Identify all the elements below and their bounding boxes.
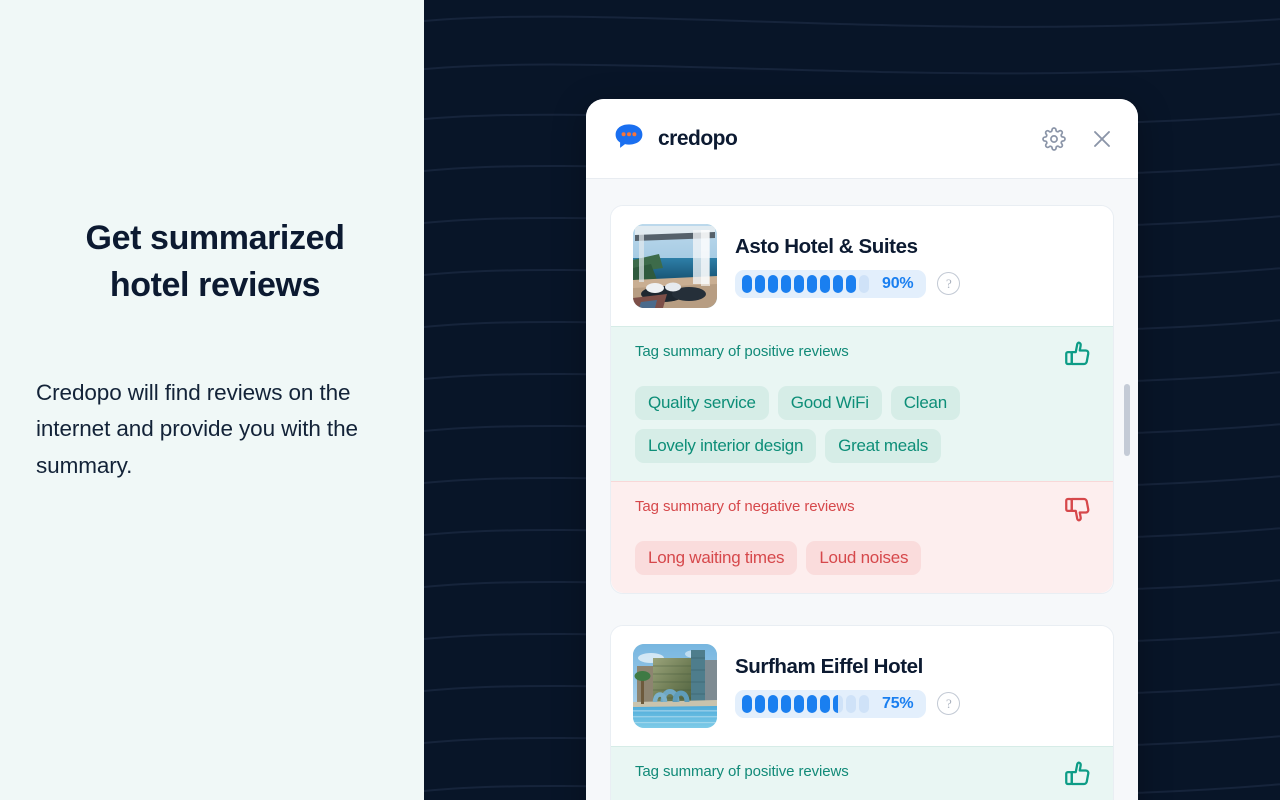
- hotel-card-header: Surfham Eiffel Hotel 75% ?: [611, 626, 1113, 746]
- rating-segment: [755, 274, 765, 293]
- speech-bubble-logo-icon: [612, 119, 646, 158]
- rating-segment: [742, 274, 752, 293]
- rating-percent: 75%: [882, 694, 914, 712]
- thumbs-down-icon: [1063, 494, 1093, 529]
- tag-chip[interactable]: Lovely interior design: [635, 429, 817, 463]
- hotel-pool-sculpture-photo: [633, 644, 717, 728]
- rating-segment: [846, 694, 856, 713]
- tag-chip[interactable]: Clean: [890, 386, 960, 420]
- positive-reviews-section: Tag summary of positive reviews: [611, 746, 1113, 800]
- hotel-name: Asto Hotel & Suites: [735, 234, 918, 258]
- gear-icon[interactable]: [1041, 126, 1067, 152]
- hotel-name: Surfham Eiffel Hotel: [735, 654, 923, 678]
- rating-segment: [859, 274, 869, 293]
- brand-name: credopo: [658, 126, 738, 150]
- hotel-list-scroll-area[interactable]: Asto Hotel & Suites 90% ? Tag summary of…: [586, 179, 1138, 800]
- close-icon[interactable]: [1089, 126, 1115, 152]
- credopo-widget-window: credopo Asto Hotel & Suites 90% ? Tag su…: [586, 99, 1138, 800]
- rating-segment: [742, 694, 752, 713]
- tag-chip[interactable]: Great meals: [825, 429, 941, 463]
- rating-segment: [820, 274, 830, 293]
- rating-bar: 75%: [735, 689, 927, 718]
- marketing-panel: Get summarized hotel reviews Credopo wil…: [0, 0, 424, 800]
- rating-segment: [781, 694, 791, 713]
- thumbs-up-icon: [1063, 339, 1093, 374]
- help-icon[interactable]: ?: [937, 692, 961, 715]
- tag-chip[interactable]: Good WiFi: [777, 386, 882, 420]
- hotel-card-header: Asto Hotel & Suites 90% ?: [611, 206, 1113, 326]
- scrollbar-track[interactable]: [1124, 201, 1130, 781]
- rating-segment: [807, 694, 817, 713]
- rating-segment: [807, 274, 817, 293]
- tag-chip[interactable]: Long waiting times: [635, 541, 798, 575]
- help-icon[interactable]: ?: [937, 272, 961, 295]
- rating-segment: [859, 694, 869, 713]
- positive-tag-list: Quality service Good WiFi Clean Lovely i…: [635, 386, 1093, 463]
- widget-header: credopo: [586, 99, 1138, 179]
- hotel-card[interactable]: Asto Hotel & Suites 90% ? Tag summary of…: [610, 205, 1114, 594]
- rating-bar: 90%: [735, 269, 927, 298]
- rating-percent: 90%: [882, 274, 914, 292]
- tag-chip[interactable]: Quality service: [635, 386, 769, 420]
- showcase-panel: credopo Asto Hotel & Suites 90% ? Tag su…: [424, 0, 1280, 800]
- rating-segment: [794, 274, 804, 293]
- negative-section-title: Tag summary of negative reviews: [635, 498, 855, 515]
- rating-segment: [755, 694, 765, 713]
- seaside-cabana-photo: [633, 224, 717, 308]
- rating-segment: [768, 694, 778, 713]
- positive-reviews-section: Tag summary of positive reviews Quality …: [611, 326, 1113, 481]
- positive-section-title: Tag summary of positive reviews: [635, 763, 849, 780]
- negative-tag-list: Long waiting times Loud noises: [635, 541, 1093, 575]
- positive-section-title: Tag summary of positive reviews: [635, 343, 849, 360]
- scrollbar-thumb[interactable]: [1124, 384, 1130, 456]
- tag-chip[interactable]: Loud noises: [806, 541, 922, 575]
- brand-logo-group: credopo: [612, 119, 738, 158]
- rating-segment: [820, 694, 830, 713]
- hotel-card[interactable]: Surfham Eiffel Hotel 75% ? Tag summary o…: [610, 625, 1114, 800]
- thumbs-up-icon: [1063, 759, 1093, 794]
- page-headline: Get summarized hotel reviews: [85, 219, 345, 304]
- negative-reviews-section: Tag summary of negative reviews Long wai…: [611, 481, 1113, 593]
- rating-segment: [833, 274, 843, 293]
- rating-segment: [846, 274, 856, 293]
- rating-segment: [781, 274, 791, 293]
- rating-segment: [833, 694, 843, 713]
- rating-segment: [768, 274, 778, 293]
- rating-segment: [794, 694, 804, 713]
- page-subcopy: Credopo will find reviews on the interne…: [36, 379, 358, 478]
